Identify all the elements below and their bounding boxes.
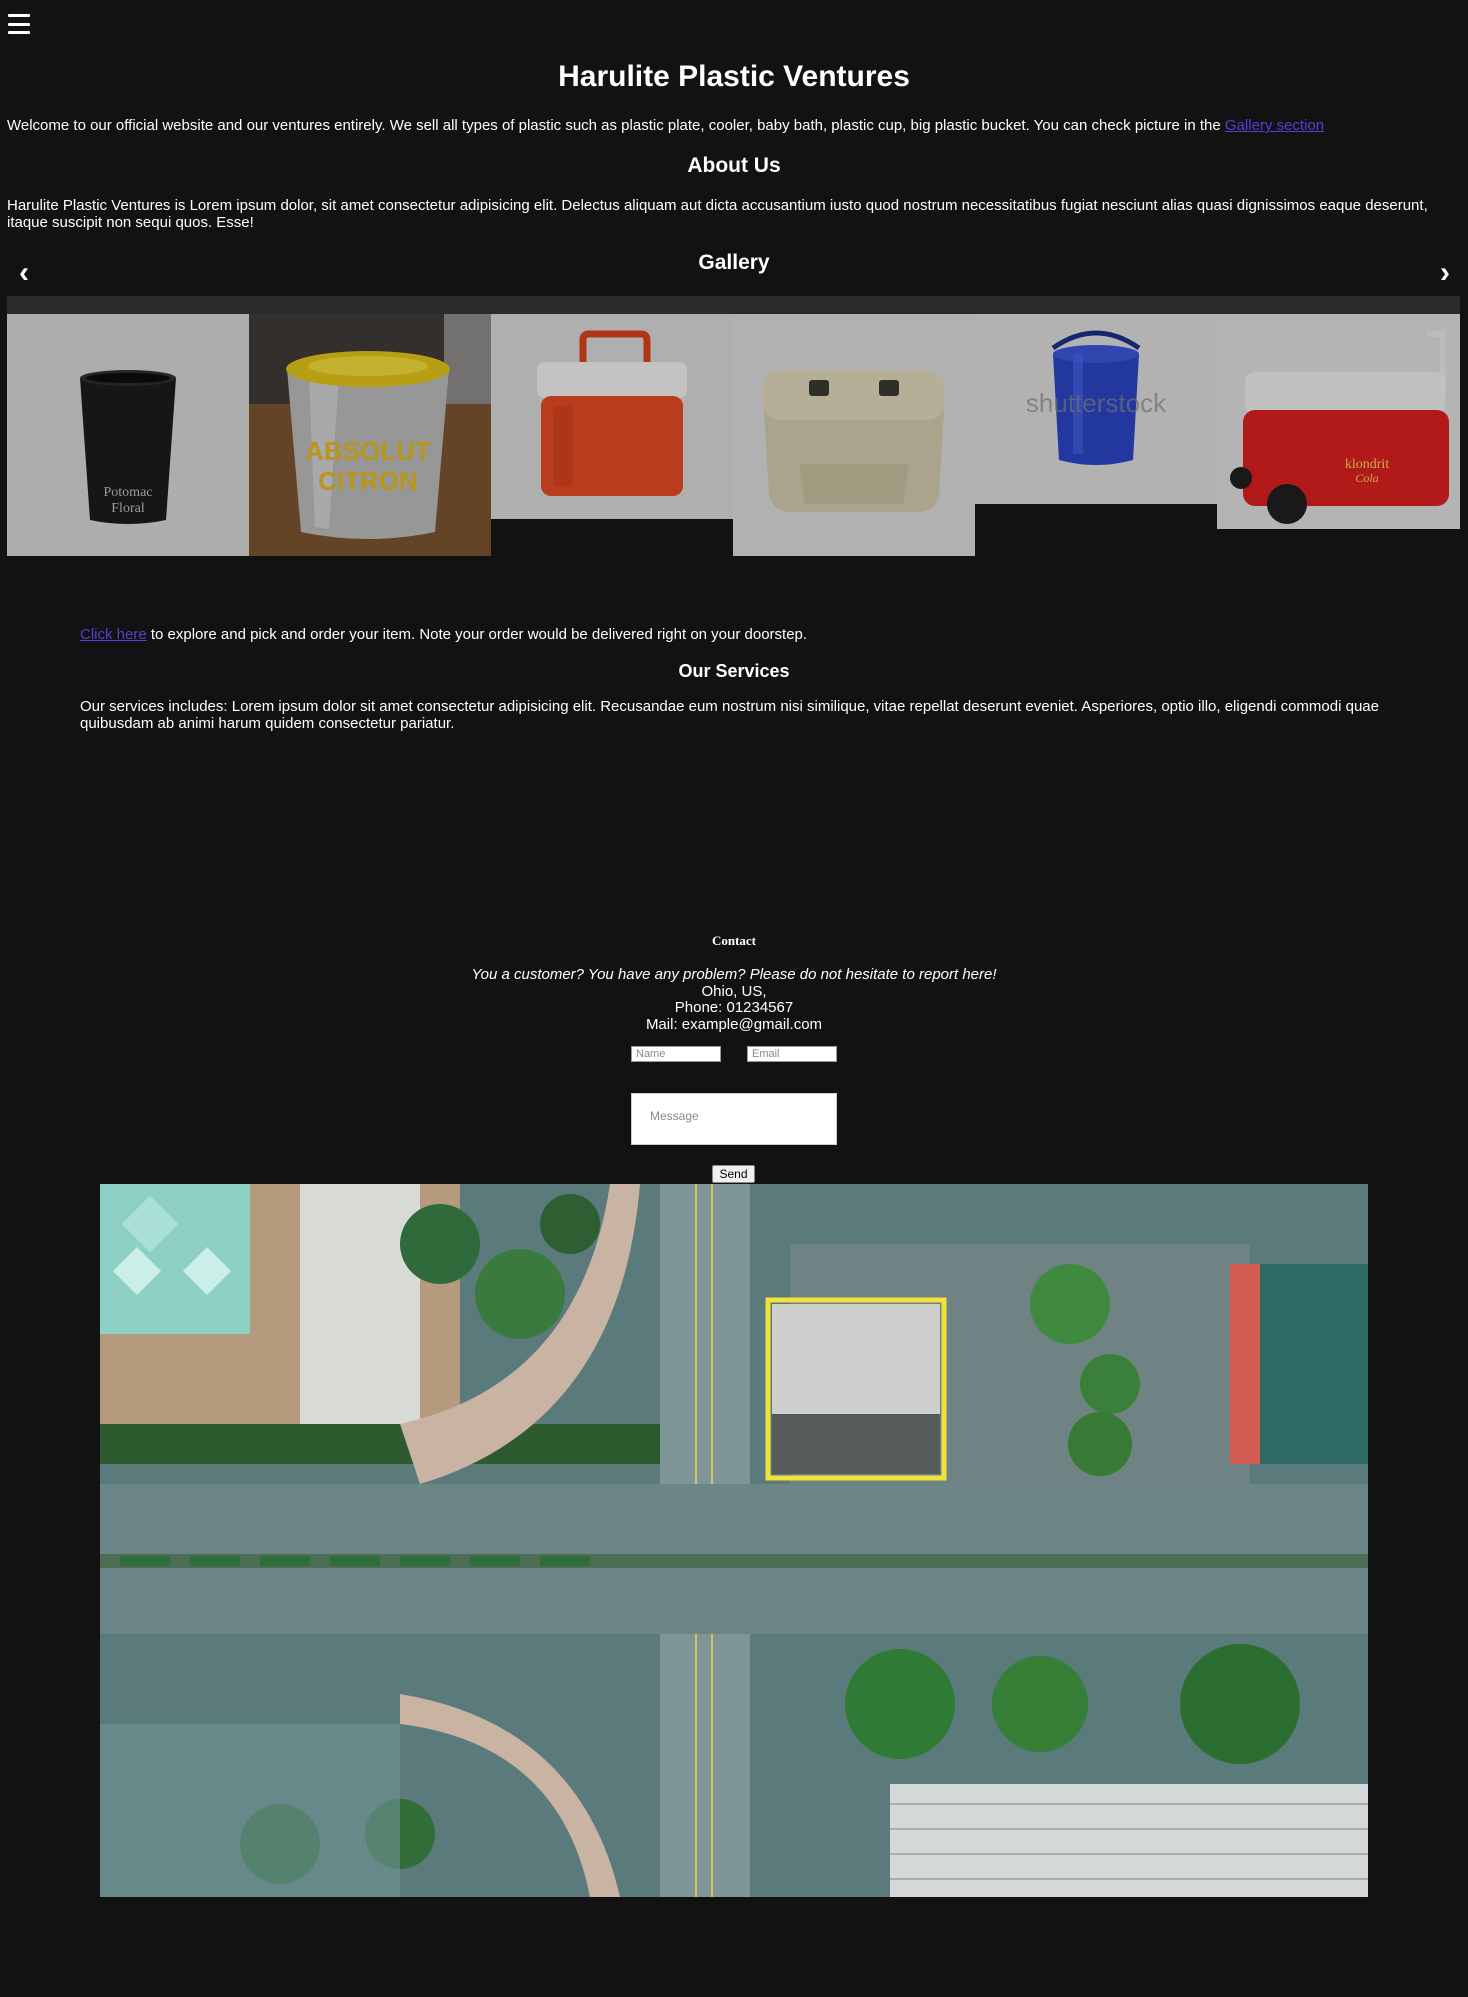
site-title: Harulite Plastic Ventures bbox=[558, 60, 910, 93]
gallery-prev-button[interactable]: ‹ bbox=[19, 258, 29, 288]
watermark-label: shutterstock bbox=[1026, 388, 1167, 418]
gallery-image-beige-cooler[interactable] bbox=[733, 314, 975, 556]
cooler-label-2: Cola bbox=[1355, 471, 1378, 485]
gallery-image-bucket[interactable]: ABSOLUT CITRON bbox=[249, 314, 491, 556]
contact-heading: Contact bbox=[711, 933, 757, 948]
cup-label-2: Floral bbox=[111, 501, 145, 516]
cooler-label-1: klondrit bbox=[1345, 457, 1389, 472]
email-field[interactable] bbox=[747, 1046, 837, 1062]
hamburger-icon[interactable] bbox=[8, 14, 30, 34]
intro-text: Welcome to our official website and our … bbox=[7, 117, 1225, 134]
explore-paragraph: Click here to explore and pick and order… bbox=[80, 626, 807, 643]
contact-info: You a customer? You have any problem? Pl… bbox=[0, 966, 1468, 1033]
about-text: Harulite Plastic Ventures is Lorem ipsum… bbox=[7, 197, 1428, 231]
send-button[interactable]: Send bbox=[712, 1165, 755, 1183]
intro-paragraph: Welcome to our official website and our … bbox=[7, 117, 1461, 135]
contact-tagline: You a customer? You have any problem? Pl… bbox=[471, 966, 997, 983]
services-heading: Our Services bbox=[678, 661, 790, 681]
gallery-track: Potomac Floral ABSOLUT CITRON shuttersto… bbox=[7, 314, 1460, 556]
gallery-band bbox=[7, 296, 1460, 314]
contact-mail: Mail: example@gmail.com bbox=[645, 1015, 823, 1033]
gallery-section-link[interactable]: Gallery section bbox=[1225, 117, 1324, 134]
gallery-image-plastic-cup[interactable]: Potomac Floral bbox=[7, 314, 249, 556]
gallery-heading: Gallery bbox=[698, 251, 770, 274]
gallery-image-wheeled-cooler[interactable]: klondrit Cola bbox=[1217, 314, 1460, 529]
bucket-label-1: ABSOLUT bbox=[305, 436, 431, 466]
contact-phone: Phone: 01234567 bbox=[674, 999, 794, 1016]
bucket-label-2: CITRON bbox=[318, 466, 418, 496]
gallery-image-blue-bucket[interactable]: shutterstock bbox=[975, 314, 1217, 504]
cup-label-1: Potomac bbox=[104, 485, 153, 500]
gallery-next-button[interactable]: › bbox=[1440, 258, 1450, 288]
aerial-map-image bbox=[100, 1184, 1368, 1897]
explore-text: to explore and pick and order your item.… bbox=[146, 626, 808, 643]
gallery-image-red-cooler[interactable] bbox=[491, 314, 733, 519]
contact-location: Ohio, US, bbox=[701, 982, 767, 1000]
click-here-link[interactable]: Click here bbox=[80, 626, 147, 643]
services-text: Our services includes: Lorem ipsum dolor… bbox=[80, 698, 1379, 732]
name-field[interactable] bbox=[631, 1046, 721, 1062]
about-heading: About Us bbox=[687, 154, 781, 177]
message-field[interactable] bbox=[631, 1093, 837, 1145]
